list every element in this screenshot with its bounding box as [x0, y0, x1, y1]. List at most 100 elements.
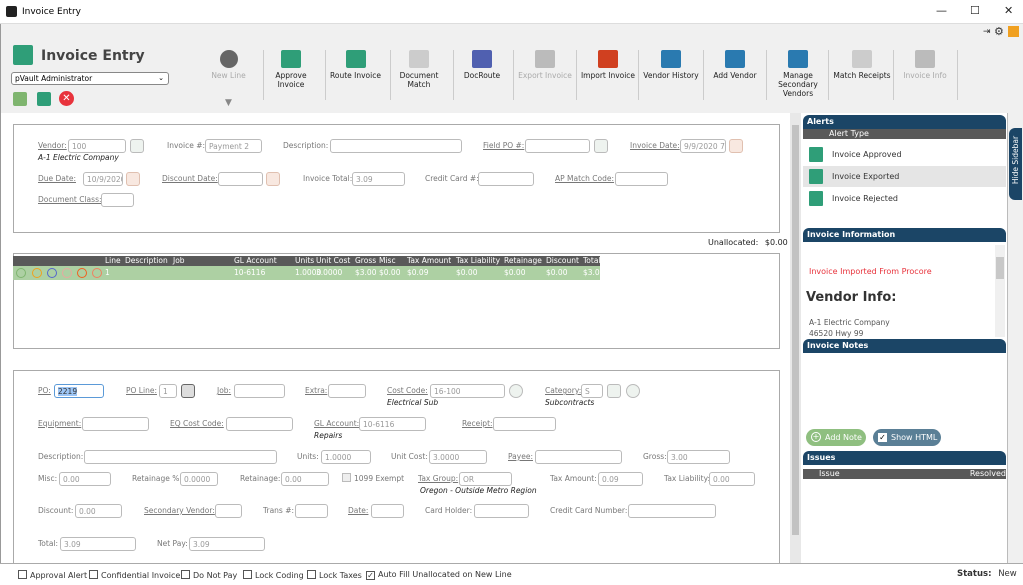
alert-item[interactable]: Invoice Rejected [803, 188, 1006, 209]
date-input[interactable] [371, 504, 404, 518]
manage-secondary-vendors-button[interactable]: Manage Secondary Vendors [769, 50, 827, 102]
pin-icon[interactable]: ⇥ [983, 27, 991, 37]
checkbox-icon[interactable] [181, 570, 190, 579]
checkbox-icon[interactable] [243, 570, 252, 579]
match-receipts-button[interactable]: Match Receipts [831, 50, 893, 102]
help-line-icon[interactable] [92, 268, 102, 278]
gl-account-label[interactable]: GL Account: [314, 417, 359, 431]
retainage-input[interactable]: 0.0000 [180, 472, 218, 486]
column-retainage[interactable]: Retainage [504, 256, 542, 266]
due-date-input[interactable]: 10/9/2020 7 [83, 172, 123, 186]
invoice-date-label[interactable]: Invoice Date: [630, 139, 680, 153]
approval-alert-checkbox[interactable]: Approval Alert [18, 570, 87, 580]
po-input[interactable]: 2219 [54, 384, 104, 398]
credit-card-number-input[interactable] [628, 504, 716, 518]
checkbox-box[interactable] [342, 473, 351, 482]
checkbox-icon[interactable] [18, 570, 27, 579]
delete-icon[interactable]: ✕ [59, 91, 74, 106]
field-po-input[interactable] [525, 139, 590, 153]
credit-card-input[interactable] [478, 172, 534, 186]
due-date-label[interactable]: Due Date: [38, 172, 76, 186]
category-lookup-icon[interactable] [607, 384, 621, 398]
document-class-label[interactable]: Document Class: [38, 193, 102, 207]
date-label[interactable]: Date: [348, 504, 368, 518]
checkbox-checked-icon[interactable]: ✓ [366, 571, 375, 580]
units-input[interactable]: 1.0000 [321, 450, 371, 464]
gross-input[interactable]: 3.00 [667, 450, 730, 464]
trans-input[interactable] [295, 504, 328, 518]
info-scrollbar[interactable] [995, 245, 1005, 337]
column-gl-account[interactable]: GL Account [234, 256, 277, 266]
eq-cost-code-input[interactable] [226, 417, 293, 431]
equipment-input[interactable] [82, 417, 149, 431]
retainage-input[interactable]: 0.00 [281, 472, 329, 486]
maximize-button[interactable]: ☐ [970, 4, 980, 17]
split-line-icon[interactable] [47, 268, 57, 278]
scrollbar-thumb[interactable] [792, 125, 799, 535]
column-tax-liability[interactable]: Tax Liability [456, 256, 500, 266]
payee-label[interactable]: Payee: [508, 450, 533, 464]
invoice-input[interactable]: Payment 2 [205, 139, 262, 153]
calendar-icon[interactable] [126, 172, 140, 186]
tax-group-label[interactable]: Tax Group: [418, 472, 458, 486]
column-units[interactable]: Units [295, 256, 314, 266]
checkbox-checked-icon[interactable]: ✓ [878, 433, 887, 442]
calendar-icon[interactable] [266, 172, 280, 186]
extra-input[interactable] [328, 384, 366, 398]
add-cost-code-icon[interactable] [509, 384, 523, 398]
secondary-vendor-label[interactable]: Secondary Vendor: [144, 504, 215, 518]
invoice-date-input[interactable]: 9/9/2020 7: [680, 139, 726, 153]
tax-group-input[interactable]: OR [459, 472, 512, 486]
receipt-input[interactable] [493, 417, 556, 431]
discount-date-input[interactable] [218, 172, 263, 186]
po-line-lookup-icon[interactable] [181, 384, 195, 398]
export-invoice-button[interactable]: Export Invoice [516, 50, 574, 102]
checkbox-icon[interactable] [307, 570, 316, 579]
grid-row[interactable]: 1 10-6116 1.0000 3.0000 $3.00 $0.00 $0.09 $0.00… [13, 266, 604, 280]
save-icon[interactable] [13, 92, 27, 106]
add-vendor-button[interactable]: Add Vendor [706, 50, 764, 102]
invoice-info-button[interactable]: Invoice Info [896, 50, 954, 102]
lock-coding-checkbox[interactable]: Lock Coding [243, 570, 304, 580]
minimize-button[interactable]: — [936, 4, 947, 17]
payee-input[interactable] [535, 450, 622, 464]
discount-date-label[interactable]: Discount Date: [162, 172, 218, 186]
gl-account-input[interactable]: 10-6116 [359, 417, 426, 431]
cost-code-input[interactable]: 16-100 [430, 384, 505, 398]
vendor-lookup-icon[interactable] [130, 139, 144, 153]
exempt-1099-checkbox[interactable]: 1099 Exempt [342, 473, 404, 483]
description-input[interactable] [84, 450, 277, 464]
warning-icon[interactable] [1008, 26, 1019, 37]
column-unit-cost[interactable]: Unit Cost [316, 256, 350, 266]
description-input[interactable] [330, 139, 462, 153]
show-html-toggle[interactable]: ✓ Show HTML [873, 429, 941, 446]
column-line[interactable]: Line [105, 256, 121, 266]
gear-icon[interactable]: ⚙ [994, 25, 1004, 38]
vendor-label[interactable]: Vendor: [38, 139, 67, 153]
invoice-total-input[interactable]: 3.09 [352, 172, 405, 186]
card-holder-input[interactable] [474, 504, 529, 518]
new-line-button[interactable]: New Line [206, 50, 251, 102]
cost-code-label[interactable]: Cost Code: [387, 384, 428, 398]
equipment-label[interactable]: Equipment: [38, 417, 81, 431]
hide-sidebar-tab[interactable]: Hide Sidebar [1009, 128, 1022, 200]
docroute-button[interactable]: DocRoute [456, 50, 508, 102]
calendar-icon[interactable] [729, 139, 743, 153]
job-input[interactable] [234, 384, 285, 398]
edit-line-icon[interactable] [32, 268, 42, 278]
po-line-label[interactable]: PO Line: [126, 384, 157, 398]
category-input[interactable]: S [581, 384, 603, 398]
document-match-button[interactable]: Document Match [393, 50, 445, 102]
receipt-label[interactable]: Receipt: [462, 417, 493, 431]
extra-label[interactable]: Extra: [305, 384, 327, 398]
do-not-pay-checkbox[interactable]: Do Not Pay [181, 570, 237, 580]
po-line-input[interactable]: 1 [159, 384, 177, 398]
route-invoice-button[interactable]: Route Invoice [328, 50, 383, 102]
main-scrollbar[interactable] [790, 113, 801, 563]
approve-invoice-button[interactable]: Approve Invoice [266, 50, 316, 102]
delete-line-icon[interactable] [77, 268, 87, 278]
new-invoice-icon[interactable] [37, 92, 51, 106]
ap-match-code-input[interactable] [615, 172, 668, 186]
add-category-icon[interactable] [626, 384, 640, 398]
field-po-lookup-icon[interactable] [594, 139, 608, 153]
